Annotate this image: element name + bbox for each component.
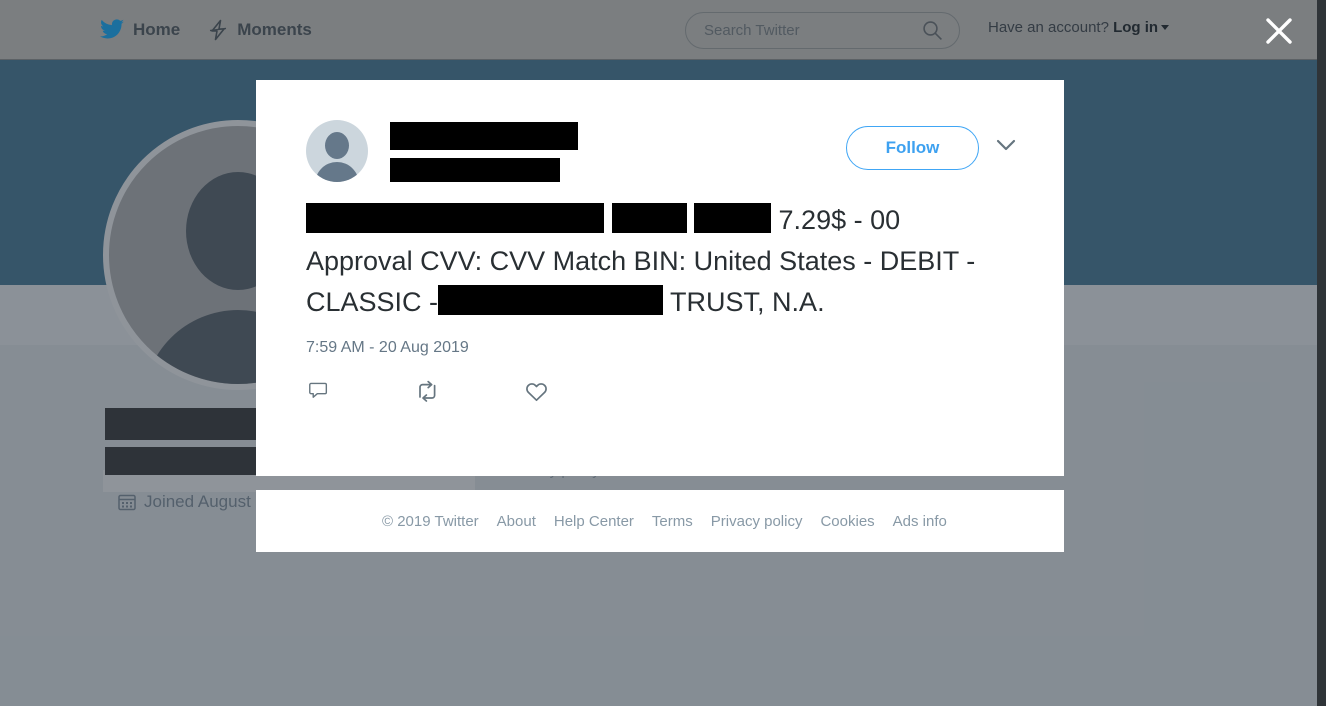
tweet-redaction-1 <box>306 203 604 233</box>
tweet-text-part-b: TRUST, N.A. <box>663 287 825 317</box>
login-button[interactable]: Log in <box>1113 19 1158 36</box>
nav-item-moments[interactable]: Moments <box>208 19 312 41</box>
footer-link-cookies[interactable]: Cookies <box>820 513 874 530</box>
search-icon[interactable] <box>922 20 943 41</box>
footer-link-about[interactable]: About <box>497 513 536 530</box>
close-icon[interactable] <box>1262 14 1296 48</box>
nav-moments-label: Moments <box>237 19 312 39</box>
page-root: Joined August Privacy policy Cookies Hom… <box>0 0 1326 706</box>
nav-item-home[interactable]: Home <box>100 18 181 41</box>
tweet-action-bar <box>256 357 1064 404</box>
tweet-modal: Follow 7.29$ - 00 Approval CVV: CVV Matc… <box>256 80 1064 476</box>
nav-links-group: Home Moments <box>100 18 312 41</box>
follow-button[interactable]: Follow <box>846 126 979 170</box>
search-input[interactable] <box>704 22 922 39</box>
footer-link-ads-info[interactable]: Ads info <box>893 513 947 530</box>
footer-link-privacy-policy[interactable]: Privacy policy <box>711 513 803 530</box>
lightning-bolt-icon <box>210 19 227 40</box>
tweet-redaction-2 <box>611 203 687 233</box>
nav-home-label: Home <box>133 19 181 39</box>
tweet-author-row: Follow <box>256 80 1064 182</box>
modal-footer: © 2019 Twitter About Help Center Terms P… <box>256 490 1064 552</box>
chevron-down-icon[interactable] <box>995 138 1017 152</box>
top-navigation-bar: Home Moments Have an account? Log in <box>0 0 1326 60</box>
tweet-timestamp[interactable]: 7:59 AM - 20 Aug 2019 <box>256 323 1064 357</box>
tweet-redaction-3 <box>694 203 772 233</box>
account-prompt: Have an account? Log in <box>988 19 1170 36</box>
right-edge-strip <box>1317 0 1326 706</box>
footer-copyright: © 2019 Twitter <box>382 512 479 530</box>
heart-icon[interactable] <box>524 379 549 404</box>
retweet-icon[interactable] <box>415 379 440 404</box>
footer-link-help-center[interactable]: Help Center <box>554 513 634 530</box>
reply-icon[interactable] <box>306 379 331 404</box>
tweet-redaction-4 <box>438 285 664 315</box>
avatar-head-shape <box>325 132 349 159</box>
footer-links-group: © 2019 Twitter About Help Center Terms P… <box>382 513 947 530</box>
caret-down-icon[interactable] <box>1161 25 1170 30</box>
tweet-body-text: 7.29$ - 00 Approval CVV: CVV Match BIN: … <box>256 182 1064 323</box>
author-avatar[interactable] <box>306 120 368 182</box>
author-name-redaction <box>390 122 578 150</box>
footer-link-terms[interactable]: Terms <box>652 513 693 530</box>
account-prompt-label: Have an account? <box>988 19 1109 36</box>
twitter-bird-icon <box>100 18 124 38</box>
avatar-body-shape <box>315 162 359 182</box>
search-box[interactable] <box>685 12 960 49</box>
author-identity <box>390 120 578 182</box>
author-handle-redaction <box>390 158 560 182</box>
